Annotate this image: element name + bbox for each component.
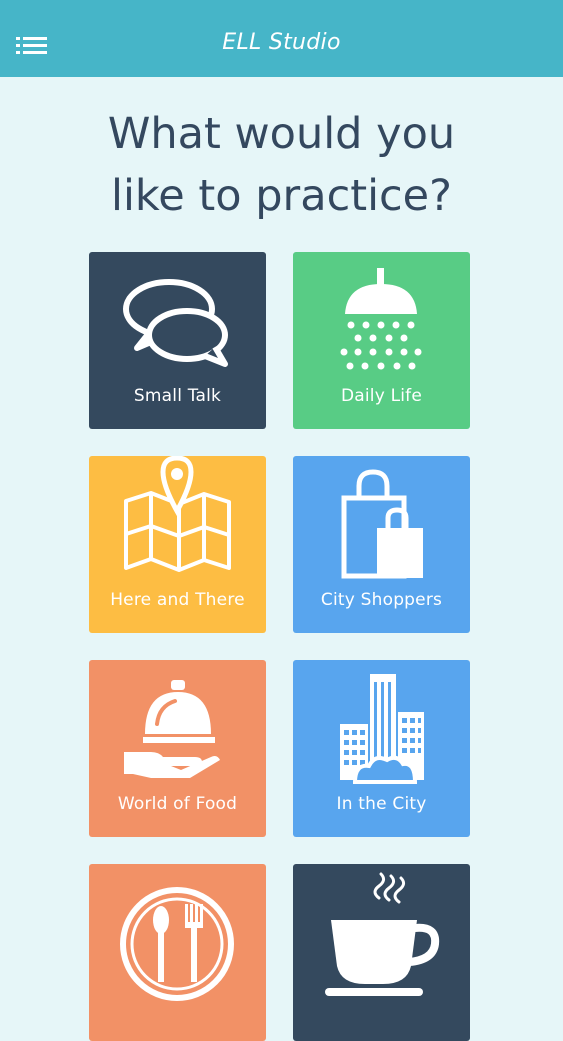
top-app-bar: ELL Studio: [0, 0, 563, 77]
fork-spoon-plate-icon: [120, 887, 234, 1001]
headline-line-1: What would you: [107, 109, 456, 159]
tile-label: Small Talk: [133, 386, 222, 406]
coffee-cup-icon: [325, 872, 440, 996]
tile-label: City Shoppers: [320, 590, 443, 610]
tile-city-shoppers[interactable]: City Shoppers: [293, 456, 470, 633]
tile-coffee-cup[interactable]: [293, 864, 470, 1041]
tile-here-and-there[interactable]: Here and There: [89, 456, 266, 633]
tile-label: Here and There: [110, 590, 245, 610]
tile-world-of-food[interactable]: World of Food: [89, 660, 266, 837]
tile-label: In the City: [336, 794, 427, 814]
tile-label: World of Food: [117, 794, 238, 814]
tile-daily-life[interactable]: Daily Life: [293, 252, 470, 429]
headline-line-2: like to practice?: [111, 171, 452, 221]
tile-small-talk[interactable]: Small Talk: [89, 252, 266, 429]
tile-label: Daily Life: [340, 386, 423, 406]
app-title: ELL Studio: [222, 30, 341, 55]
page-headline: What would you like to practice?: [0, 103, 563, 227]
tile-plate-fork-spoon[interactable]: [89, 864, 266, 1041]
tile-in-the-city[interactable]: In the City: [293, 660, 470, 837]
